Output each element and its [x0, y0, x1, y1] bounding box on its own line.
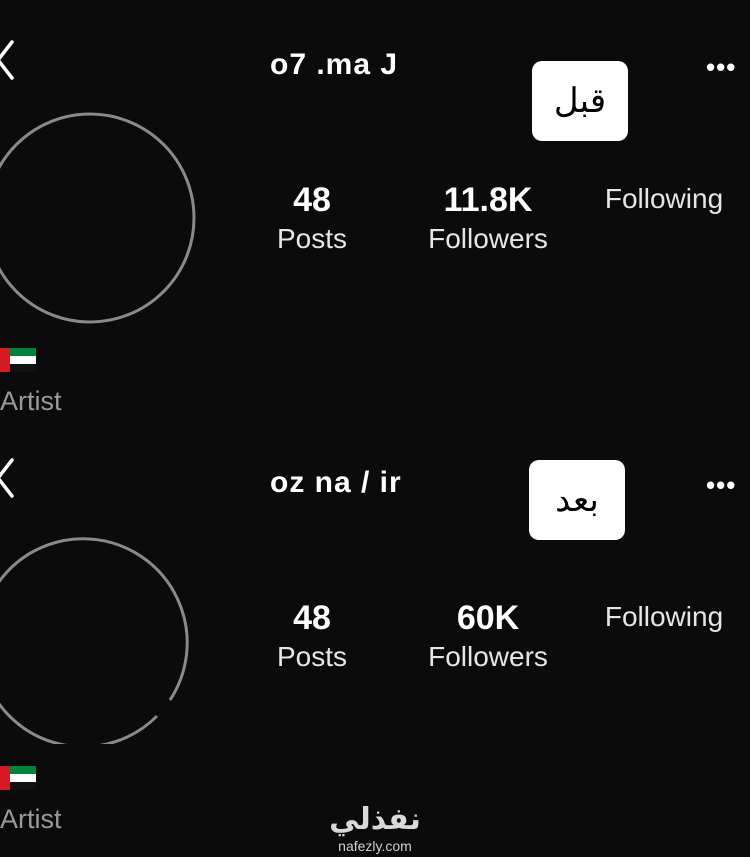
posts-label: Posts: [276, 223, 348, 254]
uae-flag-icon: [0, 348, 36, 372]
profile-username: o7 .ma J: [270, 48, 399, 81]
followers-stat[interactable]: 11.8K Followers: [412, 180, 564, 258]
followers-label: Followers: [428, 223, 548, 254]
profile-category: Artist: [0, 386, 62, 416]
uae-flag-icon: [0, 766, 36, 790]
watermark-logo: نفذلي: [329, 802, 421, 837]
before-label-badge: قبل: [532, 61, 628, 141]
back-arrow-icon[interactable]: [0, 38, 26, 82]
followers-count: 11.8K: [443, 181, 533, 219]
followers-count: 60K: [456, 599, 520, 637]
more-options-icon[interactable]: •••: [706, 470, 736, 501]
following-label: Following: [604, 601, 724, 632]
back-arrow-icon[interactable]: [0, 456, 26, 500]
posts-stat[interactable]: 48 Posts: [262, 180, 362, 258]
followers-stat[interactable]: 60K Followers: [412, 598, 564, 676]
profile-avatar[interactable]: [0, 528, 198, 744]
profile-panel-after: oz na / ir بعد ••• 48 Posts 60K Follower…: [0, 418, 750, 836]
profile-panel-before: o7 .ma J قبل ••• 48 Posts 11.8K Follower…: [0, 0, 750, 418]
posts-stat[interactable]: 48 Posts: [262, 598, 362, 676]
profile-username: oz na / ir: [270, 466, 402, 499]
profile-category: Artist: [0, 804, 62, 834]
more-options-icon[interactable]: •••: [706, 52, 736, 83]
following-stat[interactable]: Following: [590, 180, 738, 218]
watermark-url: nafezly.com: [338, 838, 412, 854]
followers-label: Followers: [428, 641, 548, 672]
posts-label: Posts: [276, 641, 348, 672]
following-stat[interactable]: Following: [590, 598, 738, 636]
posts-count: 48: [293, 181, 331, 219]
after-label-badge: بعد: [529, 460, 625, 540]
posts-count: 48: [293, 599, 331, 637]
following-label: Following: [604, 183, 724, 214]
profile-avatar[interactable]: [0, 110, 198, 326]
